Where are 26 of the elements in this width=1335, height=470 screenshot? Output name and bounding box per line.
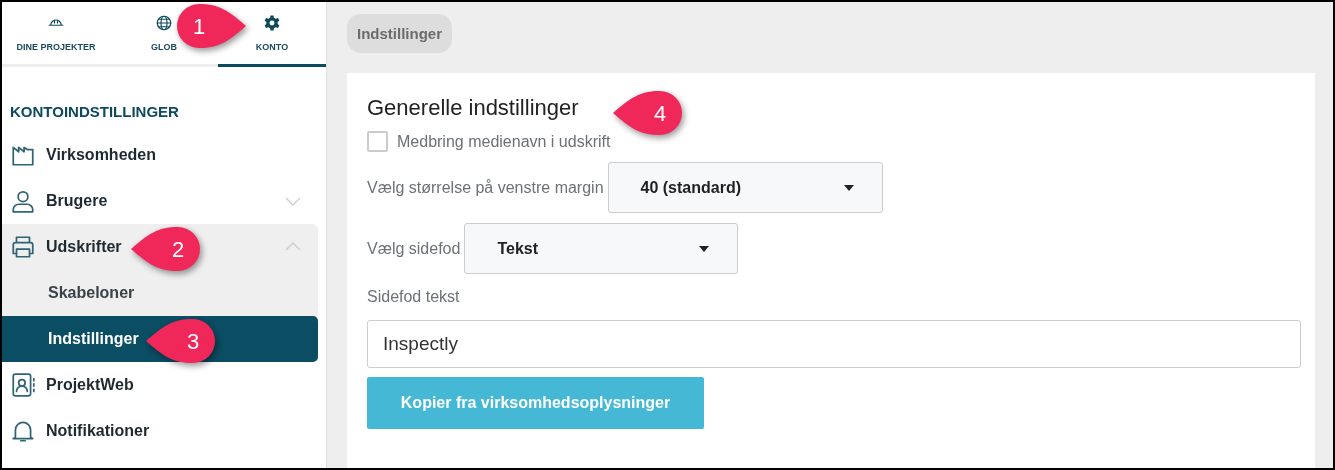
sidebar-item[interactable]: ProjektWeb [46, 376, 134, 394]
section-heading: KONTOINDSTILLINGER [10, 103, 180, 120]
sidebar-item[interactable]: Notifikationer [46, 422, 150, 440]
section-title: Generelle indstillinger [367, 95, 579, 121]
dropdown[interactable]: Tekst [464, 223, 739, 274]
tab-label: KONTO [255, 42, 289, 52]
sidebar-item[interactable]: Udskrifter [46, 238, 122, 256]
checkbox[interactable] [367, 131, 388, 152]
printer-icon [10, 234, 36, 260]
field-label: Sidefod tekst [367, 288, 460, 306]
tab-label: DINE PROJEKTER [16, 42, 96, 52]
text-field[interactable]: Inspectly [367, 320, 1301, 368]
dropdown[interactable]: 40 (standard) [607, 162, 883, 213]
caret-icon [843, 184, 854, 191]
checkbox-label: Medbring medienavn i udskrift [397, 132, 611, 151]
globe-icon [155, 14, 173, 32]
caret-icon [699, 245, 710, 252]
nav-tab[interactable]: DINE PROJEKTER [2, 2, 110, 67]
field-label: Vælg størrelse på venstre margin [367, 178, 604, 197]
sidebar-item[interactable]: Brugere [46, 192, 108, 210]
contact-book-icon [10, 372, 36, 398]
person-icon [10, 188, 36, 214]
breadcrumb-chip[interactable]: Indstillinger [347, 14, 452, 53]
settings-icon [263, 14, 281, 32]
sidebar-item[interactable]: Virksomheden [46, 146, 156, 164]
field-label: Vælg sidefod [367, 239, 461, 258]
